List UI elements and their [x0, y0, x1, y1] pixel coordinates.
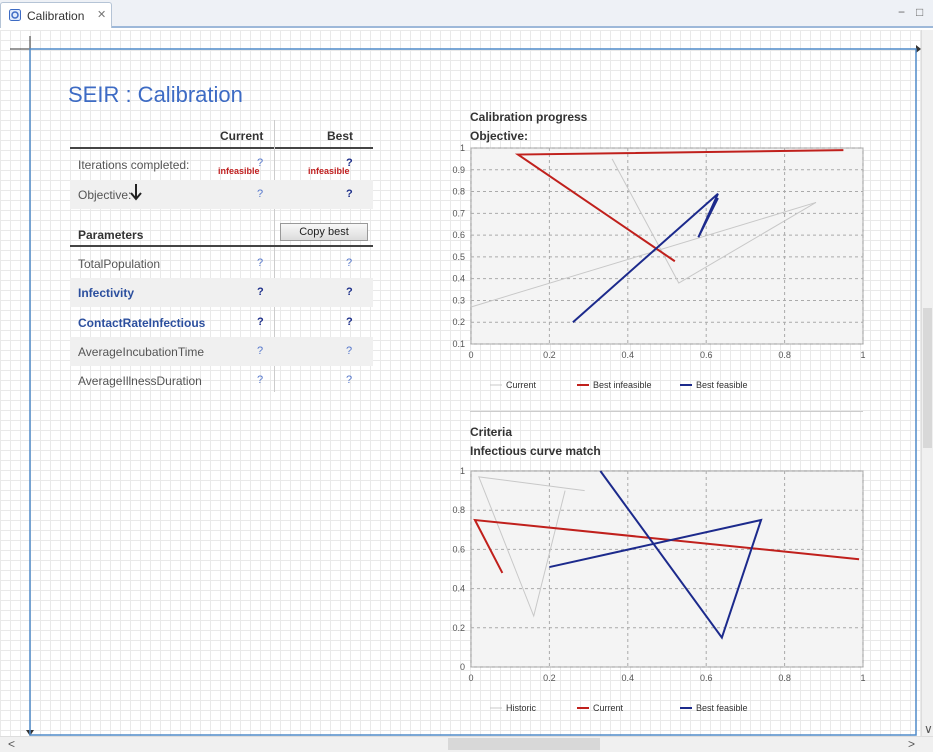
- y-tick-label: 1: [460, 143, 465, 153]
- chart-divider: [470, 411, 863, 412]
- param-current: ?: [257, 286, 264, 298]
- param-name: TotalPopulation: [78, 257, 161, 271]
- param-row: ContactRateInfectious ? ?: [70, 308, 373, 337]
- y-tick-label: 0.3: [452, 295, 465, 305]
- param-row: Infectivity ? ?: [70, 278, 373, 307]
- legend-label: Current: [506, 380, 537, 390]
- x-tick-label: 0.4: [622, 350, 635, 360]
- x-tick-label: 0.2: [543, 350, 556, 360]
- minimize-icon[interactable]: −: [898, 5, 905, 19]
- y-tick-label: 0.6: [452, 230, 465, 240]
- plot-area: [470, 147, 864, 345]
- objective-best-value: ?: [346, 188, 353, 200]
- param-current: ?: [257, 257, 264, 269]
- y-tick-label: 1: [460, 466, 465, 476]
- y-tick-label: 0.8: [452, 187, 465, 197]
- criteria-chart: 0 0.2 0.4 0.6 0.8 1 0 0.2 0.4 0.6 0.8 1 Historic Curr…: [452, 466, 865, 713]
- parameters-header: Parameters: [78, 228, 144, 242]
- legend-label: Current: [593, 703, 624, 713]
- objective-row: Objective: ? ?: [70, 180, 373, 209]
- header-divider: [70, 147, 373, 149]
- page-title: SEIR : Calibration: [68, 82, 243, 107]
- param-name: ContactRateInfectious: [78, 316, 206, 330]
- x-tick-label: 1: [860, 350, 865, 360]
- plot-area: [470, 470, 864, 668]
- param-row: TotalPopulation ? ?: [70, 249, 373, 278]
- objective-label: Objective:: [78, 188, 132, 202]
- maximize-icon[interactable]: □: [916, 5, 923, 19]
- param-best: ?: [346, 374, 353, 386]
- x-tick-label: 1: [860, 673, 865, 683]
- param-row: AverageIncubationTime ? ?: [70, 337, 373, 366]
- x-tick-label: 0.8: [778, 673, 791, 683]
- y-tick-label: 0.5: [452, 252, 465, 262]
- editor-tab-bar: Calibration ✕ − □: [0, 0, 933, 28]
- iterations-row: Iterations completed: ? infeasible ? inf…: [70, 150, 373, 179]
- param-best: ?: [346, 345, 353, 357]
- infeasible-best: infeasible: [308, 166, 350, 176]
- x-tick-label: 0.4: [622, 673, 635, 683]
- x-tick-label: 0.6: [700, 673, 713, 683]
- legend-label: Historic: [506, 703, 537, 713]
- y-tick-label: 0.2: [452, 317, 465, 327]
- calibration-icon: [9, 9, 21, 24]
- param-best: ?: [346, 257, 353, 269]
- y-tick-label: 0.8: [452, 505, 465, 515]
- x-tick-label: 0.2: [543, 673, 556, 683]
- y-tick-label: 0.7: [452, 208, 465, 218]
- scroll-down-icon[interactable]: ∨: [924, 722, 933, 736]
- y-tick-label: 0.2: [452, 623, 465, 633]
- x-tick-label: 0: [468, 350, 473, 360]
- scroll-left-icon[interactable]: <: [8, 737, 15, 751]
- objective-chart: 0 0.2 0.4 0.6 0.8 1 0.1 0.2 0.3 0.4 0.5 0.6 0.7 0.8 0.…: [452, 143, 865, 390]
- parameters-divider: [70, 245, 373, 247]
- legend-label: Best infeasible: [593, 380, 652, 390]
- param-current: ?: [257, 374, 264, 386]
- chart1-section-title: Calibration progress: [470, 110, 588, 124]
- param-current: ?: [257, 345, 264, 357]
- arrow-down-icon: [130, 183, 142, 206]
- param-best: ?: [346, 316, 353, 328]
- tab-calibration[interactable]: Calibration ✕: [0, 2, 112, 28]
- param-name: AverageIncubationTime: [78, 345, 205, 359]
- iterations-label: Iterations completed:: [78, 158, 190, 172]
- chart2-section-title: Criteria: [470, 425, 513, 439]
- tab-label: Calibration: [27, 9, 85, 23]
- close-icon[interactable]: ✕: [97, 8, 106, 21]
- y-tick-label: 0.9: [452, 165, 465, 175]
- param-best: ?: [346, 286, 353, 298]
- copy-best-button[interactable]: Copy best: [280, 223, 368, 241]
- y-tick-label: 0.1: [452, 339, 465, 349]
- param-name: AverageIllnessDuration: [78, 374, 202, 388]
- chart2-subtitle: Infectious curve match: [470, 444, 601, 458]
- x-tick-label: 0.8: [778, 350, 791, 360]
- scroll-right-icon[interactable]: >: [908, 737, 915, 751]
- y-tick-label: 0.6: [452, 544, 465, 554]
- y-tick-label: 0.4: [452, 274, 465, 284]
- col-best-header: Best: [327, 129, 354, 143]
- param-name: Infectivity: [78, 286, 135, 300]
- x-tick-label: 0.6: [700, 350, 713, 360]
- y-tick-label: 0.4: [452, 584, 465, 594]
- param-current: ?: [257, 316, 264, 328]
- objective-current-value: ?: [257, 188, 264, 200]
- horizontal-scroll-thumb[interactable]: [448, 738, 600, 750]
- legend-label: Best feasible: [696, 380, 748, 390]
- col-current-header: Current: [220, 129, 264, 143]
- chart1-subtitle: Objective:: [470, 129, 529, 143]
- y-tick-label: 0: [460, 662, 465, 672]
- legend-label: Best feasible: [696, 703, 748, 713]
- infeasible-current: infeasible: [218, 166, 260, 176]
- param-row: AverageIllnessDuration ? ?: [70, 366, 373, 395]
- vertical-scroll-thumb[interactable]: [923, 308, 932, 448]
- x-tick-label: 0: [468, 673, 473, 683]
